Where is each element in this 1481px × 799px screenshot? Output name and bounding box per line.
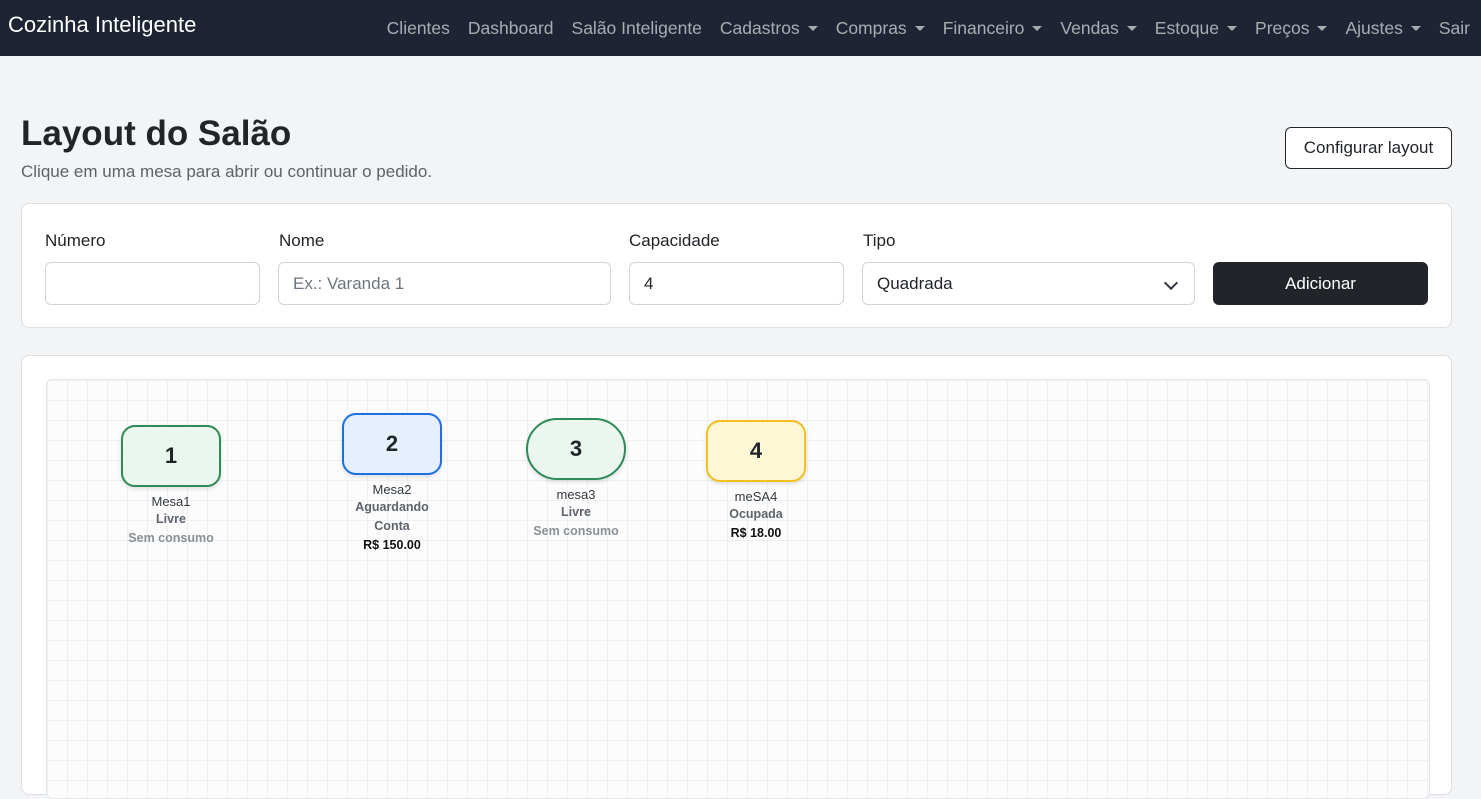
nav-item-label: Estoque	[1154, 18, 1220, 38]
configure-layout-button[interactable]: Configurar layout	[1285, 127, 1452, 169]
caret-down-icon	[1317, 26, 1328, 31]
caret-down-icon	[807, 26, 818, 31]
nav-item-dashboard[interactable]: Dashboard	[459, 16, 563, 40]
caret-down-icon	[1032, 26, 1043, 31]
nav-item-label: Cadastros	[719, 18, 800, 38]
table-amount: Sem consumo	[128, 531, 214, 545]
caret-down-icon	[1126, 26, 1137, 31]
nav-item-label: Vendas	[1060, 18, 1119, 38]
table-name: Mesa1	[151, 494, 191, 509]
tipo-selected-value: Quadrada	[877, 273, 953, 293]
nav-item-label: Clientes	[386, 18, 450, 38]
tipo-label: Tipo	[863, 231, 896, 250]
table-amount: R$ 150.00	[363, 538, 421, 552]
table-name: Mesa2	[372, 482, 412, 497]
page-subtitle: Clique em uma mesa para abrir ou continu…	[21, 162, 433, 181]
nav-item-salao-inteligente[interactable]: Salão Inteligente	[563, 16, 711, 40]
brand-logo[interactable]: Cozinha Inteligente	[8, 12, 196, 38]
nav-item-vendas[interactable]: Vendas	[1051, 16, 1145, 40]
salon-layout-card: 1 Mesa1 Livre Sem consumo 2 Mesa2 Aguard…	[21, 355, 1452, 799]
table-name: mesa3	[556, 487, 596, 502]
nav-item-sair[interactable]: Sair	[1430, 16, 1481, 40]
nav-item-label: Compras	[835, 18, 907, 38]
table-status: Livre	[156, 512, 186, 526]
table-status: Livre	[561, 505, 591, 519]
nav-item-label: Ajustes	[1345, 18, 1403, 38]
caret-down-icon	[1227, 26, 1238, 31]
numero-label: Número	[45, 231, 106, 250]
capacidade-label: Capacidade	[629, 231, 720, 250]
table-name: meSA4	[734, 489, 778, 504]
tipo-select[interactable]: Quadrada	[862, 262, 1195, 305]
numero-input[interactable]	[45, 262, 260, 305]
nav-item-label: Sair	[1438, 18, 1470, 38]
table-shape[interactable]: 1	[121, 425, 221, 487]
nav-menu: Clientes Dashboard Salão Inteligente Cad…	[378, 0, 1481, 56]
nav-item-precos[interactable]: Preços	[1246, 16, 1336, 40]
salon-grid-canvas: 1 Mesa1 Livre Sem consumo 2 Mesa2 Aguard…	[46, 379, 1430, 799]
table-item[interactable]: 3 mesa3 Livre Sem consumo	[506, 418, 646, 541]
nav-item-financeiro[interactable]: Financeiro	[934, 16, 1052, 40]
table-item[interactable]: 4 meSA4 Ocupada R$ 18.00	[686, 420, 826, 543]
table-status: Aguardando Conta	[355, 500, 429, 533]
nav-item-clientes[interactable]: Clientes	[378, 16, 459, 40]
nav-item-ajustes[interactable]: Ajustes	[1336, 16, 1429, 40]
table-amount: Sem consumo	[533, 524, 619, 538]
table-item[interactable]: 1 Mesa1 Livre Sem consumo	[101, 425, 241, 548]
nav-item-cadastros[interactable]: Cadastros	[711, 16, 827, 40]
table-shape[interactable]: 3	[526, 418, 626, 480]
capacidade-input[interactable]: 4	[629, 262, 844, 305]
caret-down-icon	[1410, 26, 1421, 31]
nav-item-label: Financeiro	[942, 18, 1025, 38]
nav-item-label: Preços	[1255, 18, 1310, 38]
add-table-button[interactable]: Adicionar	[1213, 262, 1428, 305]
nav-item-compras[interactable]: Compras	[827, 16, 934, 40]
table-item[interactable]: 2 Mesa2 Aguardando Conta R$ 150.00	[322, 413, 462, 555]
nome-input[interactable]: Ex.: Varanda 1	[278, 262, 611, 305]
add-table-form: Número Nome Ex.: Varanda 1 Capacidade 4 …	[21, 203, 1452, 328]
nome-label: Nome	[279, 231, 325, 250]
top-navbar: Cozinha Inteligente Clientes Dashboard S…	[0, 0, 1481, 56]
chevron-down-icon	[1163, 275, 1179, 291]
table-shape[interactable]: 2	[342, 413, 442, 475]
nav-item-label: Dashboard	[467, 18, 554, 38]
caret-down-icon	[914, 26, 925, 31]
table-amount: R$ 18.00	[730, 526, 782, 540]
table-status: Ocupada	[729, 507, 783, 521]
page-title: Layout do Salão	[21, 114, 292, 153]
nav-item-label: Salão Inteligente	[571, 18, 702, 38]
table-shape[interactable]: 4	[706, 420, 806, 482]
nav-item-estoque[interactable]: Estoque	[1146, 16, 1246, 40]
